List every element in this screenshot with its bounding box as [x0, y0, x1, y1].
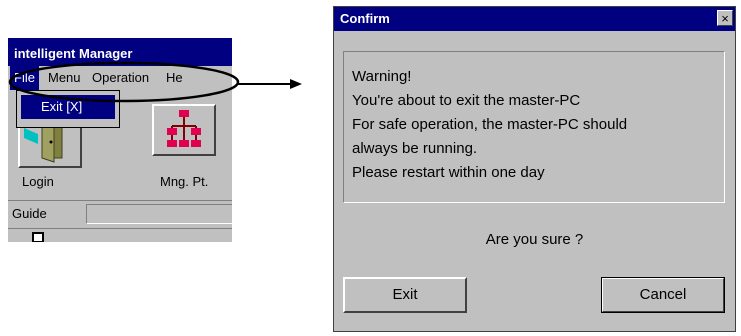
confirm-dialog: Confirm × Warning! You're about to exit …	[333, 6, 736, 332]
menu-item-exit[interactable]: Exit [X]	[21, 95, 115, 119]
menu-menu[interactable]: Menu	[48, 66, 81, 90]
mng-pt-label: Mng. Pt.	[160, 174, 209, 189]
checkbox[interactable]	[32, 232, 44, 242]
exit-button[interactable]: Exit	[343, 277, 467, 313]
menu-bar: File Menu Operation He	[8, 66, 232, 90]
message-line: For safe operation, the master-PC should	[352, 116, 628, 133]
login-label: Login	[22, 174, 54, 189]
bottom-strip	[8, 228, 232, 242]
network-tree-icon	[167, 110, 201, 147]
app-window: intelligent Manager File Menu Operation …	[8, 38, 232, 242]
exit-label: Exit	[41, 99, 63, 114]
message-box: Warning! You're about to exit the master…	[343, 51, 725, 203]
confirm-question: Are you sure ?	[485, 231, 584, 248]
app-title: intelligent Manager	[8, 38, 232, 66]
mng-pt-button[interactable]	[152, 104, 216, 156]
guide-field[interactable]	[86, 204, 232, 224]
menu-operation[interactable]: Operation	[92, 66, 149, 90]
message-line: Warning!	[352, 68, 412, 85]
guide-label: Guide	[12, 206, 47, 221]
message-line: Please restart within one day	[352, 164, 545, 181]
cancel-button[interactable]: Cancel	[601, 277, 725, 313]
guide-row: Guide	[8, 200, 232, 227]
message-line: always be running.	[352, 140, 478, 157]
message-line: You're about to exit the master-PC	[352, 92, 581, 109]
menu-help[interactable]: He	[166, 66, 183, 90]
arrow-head-icon	[290, 79, 302, 89]
dialog-title: Confirm	[334, 7, 735, 31]
menu-file[interactable]: File	[10, 66, 39, 90]
exit-shortcut: [X]	[66, 99, 83, 114]
close-icon[interactable]: ×	[717, 10, 733, 26]
file-dropdown: Exit [X]	[16, 90, 120, 128]
